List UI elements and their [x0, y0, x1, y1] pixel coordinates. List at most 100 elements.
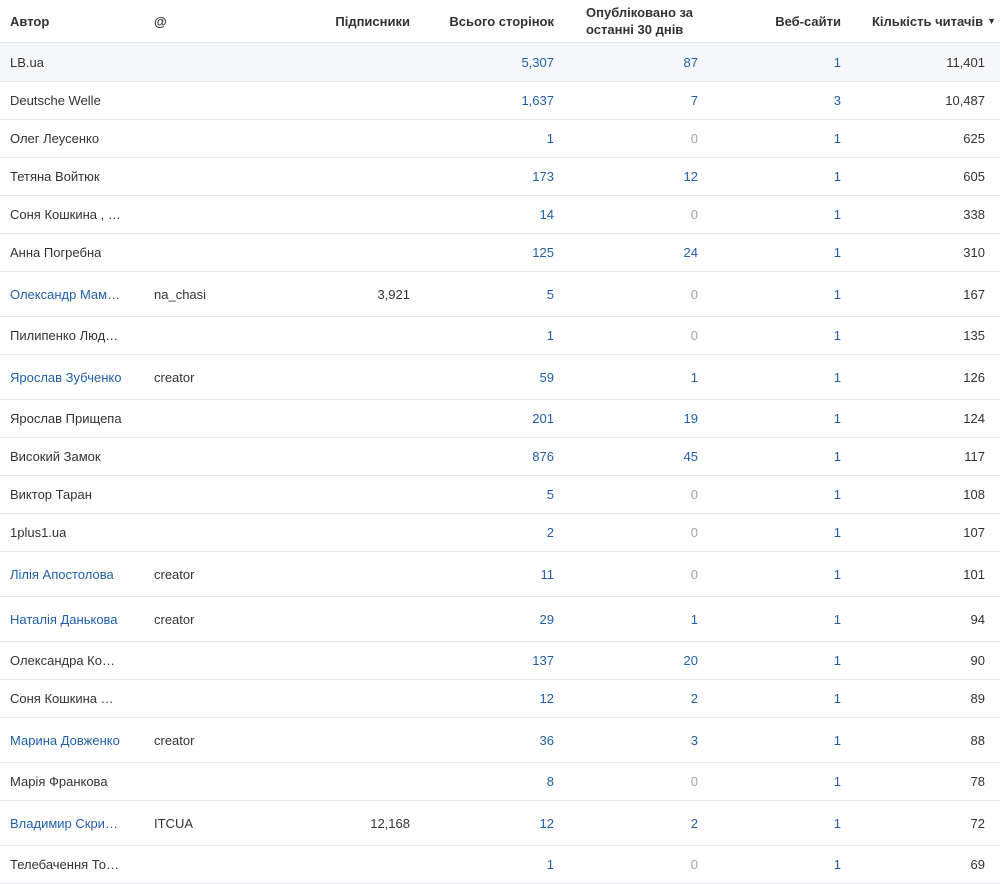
author-handle-cell — [154, 400, 274, 437]
table-row[interactable]: Телебачення То… 1 0 1 69 — [0, 846, 1000, 884]
websites-count-link[interactable]: 1 — [834, 691, 841, 706]
pages-total-link[interactable]: 12 — [540, 816, 554, 831]
published-30-days-value[interactable]: 45 — [684, 449, 698, 464]
published-30-days-value[interactable]: 12 — [684, 169, 698, 184]
websites-count-link[interactable]: 1 — [834, 328, 841, 343]
websites-count-link[interactable]: 1 — [834, 287, 841, 302]
pages-total-link[interactable]: 2 — [547, 525, 554, 540]
author-handle-cell — [154, 43, 274, 81]
table-row[interactable]: Пилипенко Люд… 1 0 1 135 — [0, 317, 1000, 355]
readers-count: 90 — [970, 653, 985, 668]
table-row[interactable]: Олександр Мам… na_chasi 3,921 5 0 1 167 — [0, 272, 1000, 317]
pages-total-link[interactable]: 173 — [532, 169, 554, 184]
pages-total-link[interactable]: 8 — [547, 774, 554, 789]
websites-count-link[interactable]: 1 — [834, 733, 841, 748]
author-name[interactable]: Ярослав Зубченко — [10, 370, 121, 385]
pages-total-link[interactable]: 1 — [547, 857, 554, 872]
pages-total-link-cell: 173 — [434, 158, 554, 195]
author-name[interactable]: Лілія Апостолова — [10, 567, 114, 582]
author-handle-cell: creator — [154, 355, 274, 399]
author-handle-cell: creator — [154, 552, 274, 596]
pages-total-link[interactable]: 1 — [547, 328, 554, 343]
pages-total-link[interactable]: 201 — [532, 411, 554, 426]
pages-total-link[interactable]: 29 — [540, 612, 554, 627]
table-row[interactable]: Олександра Ко… 137 20 1 90 — [0, 642, 1000, 680]
published-30-days-value[interactable]: 19 — [684, 411, 698, 426]
websites-count-link[interactable]: 1 — [834, 774, 841, 789]
table-row[interactable]: Марія Франкова 8 0 1 78 — [0, 763, 1000, 801]
pages-total-link[interactable]: 36 — [540, 733, 554, 748]
pages-total-link[interactable]: 59 — [540, 370, 554, 385]
author-handle: creator — [154, 611, 195, 627]
pages-total-link[interactable]: 5 — [547, 287, 554, 302]
websites-count-link[interactable]: 1 — [834, 207, 841, 222]
pages-total-link[interactable]: 5 — [547, 487, 554, 502]
author-name: Ярослав Прищепа — [10, 411, 122, 426]
author-name[interactable]: Владимир Скри… — [10, 816, 118, 831]
sort-desc-icon[interactable]: ▼ — [987, 13, 996, 30]
table-row[interactable]: Ярослав Зубченко creator 59 1 1 126 — [0, 355, 1000, 400]
table-row[interactable]: Марина Довженко creator 36 3 1 88 — [0, 718, 1000, 763]
pages-total-link[interactable]: 1 — [547, 131, 554, 146]
websites-count-link[interactable]: 1 — [834, 612, 841, 627]
published-30-days-value[interactable]: 87 — [684, 55, 698, 70]
pages-total-link[interactable]: 12 — [540, 691, 554, 706]
column-header-at[interactable]: @ — [154, 0, 214, 42]
published-30-days-value[interactable]: 2 — [691, 816, 698, 831]
published-30-days-value[interactable]: 24 — [684, 245, 698, 260]
websites-count-link[interactable]: 1 — [834, 816, 841, 831]
column-header-pages-total[interactable]: Всього сторінок — [414, 0, 554, 42]
table-row[interactable]: Наталія Данькова creator 29 1 1 94 — [0, 597, 1000, 642]
column-header-published-30-days[interactable]: Опубліковано за останні 30 днів — [586, 0, 716, 42]
pages-total-link[interactable]: 11 — [541, 567, 555, 582]
table-row[interactable]: Анна Погребна 125 24 1 310 — [0, 234, 1000, 272]
table-row[interactable]: Deutsche Welle 1,637 7 3 10,487 — [0, 82, 1000, 120]
pages-total-link[interactable]: 14 — [540, 207, 554, 222]
table-row[interactable]: Високий Замок 876 45 1 117 — [0, 438, 1000, 476]
pages-total-link[interactable]: 125 — [532, 245, 554, 260]
table-row[interactable]: Лілія Апостолова creator 11 0 1 101 — [0, 552, 1000, 597]
table-row[interactable]: LB.ua 5,307 87 1 11,401 — [0, 43, 1000, 82]
author-name[interactable]: Марина Довженко — [10, 733, 120, 748]
table-row[interactable]: Соня Кошкина … 12 2 1 89 — [0, 680, 1000, 718]
websites-count-link[interactable]: 1 — [834, 370, 841, 385]
websites-count-link[interactable]: 1 — [834, 487, 841, 502]
pages-total-link[interactable]: 137 — [532, 653, 554, 668]
pages-total-link[interactable]: 876 — [532, 449, 554, 464]
websites-count-link[interactable]: 1 — [834, 525, 841, 540]
published-30-days-value-cell: 24 — [578, 234, 698, 271]
column-header-subscribers[interactable]: Підписники — [290, 0, 410, 42]
websites-count-link[interactable]: 1 — [834, 131, 841, 146]
published-30-days-value[interactable]: 1 — [691, 370, 698, 385]
table-row[interactable]: Тетяна Войтюк 173 12 1 605 — [0, 158, 1000, 196]
readers-count: 89 — [970, 691, 985, 706]
pages-total-link[interactable]: 1,637 — [521, 93, 554, 108]
author-name[interactable]: Олександр Мам… — [10, 287, 120, 302]
column-header-author[interactable]: Автор — [10, 0, 130, 42]
table-row[interactable]: Виктор Таран 5 0 1 108 — [0, 476, 1000, 514]
published-30-days-value[interactable]: 2 — [691, 691, 698, 706]
published-30-days-value[interactable]: 1 — [691, 612, 698, 627]
websites-count-link[interactable]: 1 — [834, 169, 841, 184]
published-30-days-value[interactable]: 3 — [691, 733, 698, 748]
published-30-days-value[interactable]: 7 — [691, 93, 698, 108]
websites-count-link[interactable]: 1 — [834, 567, 841, 582]
pages-total-link[interactable]: 5,307 — [521, 55, 554, 70]
published-30-days-value[interactable]: 20 — [684, 653, 698, 668]
author-name[interactable]: Наталія Данькова — [10, 612, 118, 627]
websites-count-link[interactable]: 1 — [834, 449, 841, 464]
table-row[interactable]: Олег Леусенко 1 0 1 625 — [0, 120, 1000, 158]
column-header-readers[interactable]: Кількість читачів ▼ — [846, 0, 996, 42]
table-row[interactable]: Соня Кошкина , … 14 0 1 338 — [0, 196, 1000, 234]
column-header-websites[interactable]: Веб-сайти — [721, 0, 841, 42]
table-row[interactable]: Владимир Скри… ITCUA 12,168 12 2 1 72 — [0, 801, 1000, 846]
table-row[interactable]: Ярослав Прищепа 201 19 1 124 — [0, 400, 1000, 438]
table-row[interactable]: 1plus1.ua 2 0 1 107 — [0, 514, 1000, 552]
websites-count-link[interactable]: 1 — [834, 653, 841, 668]
websites-count-link[interactable]: 1 — [834, 245, 841, 260]
readers-count: 69 — [970, 857, 985, 872]
websites-count-link[interactable]: 1 — [834, 55, 841, 70]
websites-count-link[interactable]: 1 — [834, 857, 841, 872]
websites-count-link[interactable]: 3 — [834, 93, 841, 108]
websites-count-link[interactable]: 1 — [834, 411, 841, 426]
